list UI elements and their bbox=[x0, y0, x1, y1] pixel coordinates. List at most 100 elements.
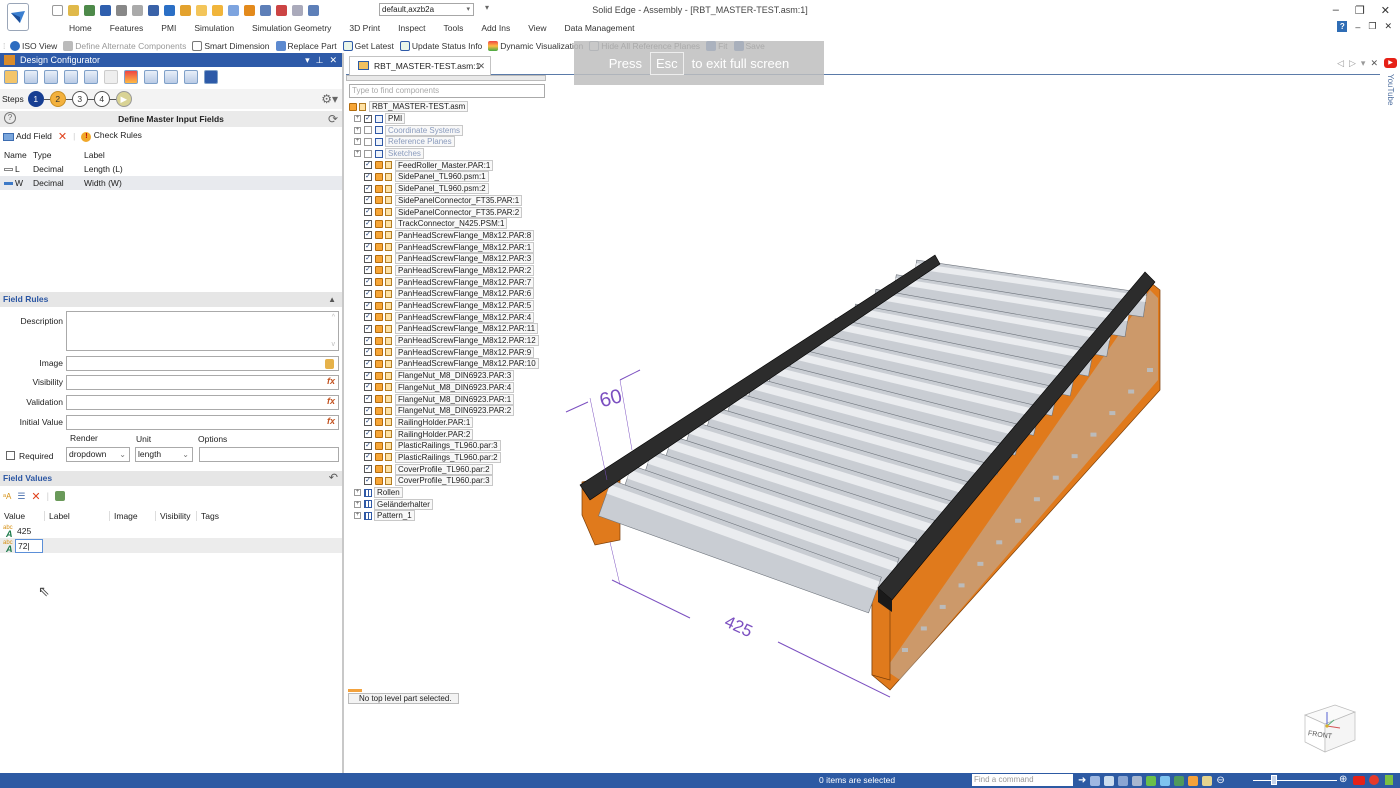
value-edit-input[interactable]: 72| bbox=[15, 538, 43, 553]
description-textarea[interactable]: ^ v bbox=[66, 311, 339, 351]
import-values-icon[interactable] bbox=[54, 491, 65, 501]
step-3[interactable]: 3 bbox=[71, 91, 88, 107]
pan-icon[interactable] bbox=[1132, 775, 1143, 786]
tree-item[interactable]: + ✓ PMI bbox=[349, 113, 539, 125]
get-latest-button[interactable]: Get Latest bbox=[342, 40, 394, 51]
close-tab-icon[interactable]: ✕ bbox=[477, 57, 485, 75]
visibility-checkbox[interactable]: ✓ bbox=[364, 453, 372, 462]
help-circle-icon[interactable]: ? bbox=[4, 112, 16, 124]
table-row[interactable]: W Decimal Width (W) bbox=[0, 176, 342, 190]
render-select[interactable]: dropdown ⌄ bbox=[66, 447, 130, 462]
tree-item[interactable]: ✓ PanHeadScrewFlange_M8x12.PAR:11 bbox=[349, 323, 539, 335]
visibility-checkbox[interactable]: ✓ bbox=[364, 231, 372, 240]
components-icon[interactable] bbox=[44, 70, 58, 84]
visibility-checkbox[interactable] bbox=[364, 149, 372, 158]
browse-image-icon[interactable] bbox=[325, 359, 334, 369]
close-icon[interactable]: ✕ bbox=[1381, 4, 1390, 17]
tree-item[interactable]: + Geländerhalter bbox=[349, 498, 539, 510]
zoom-icon[interactable] bbox=[1104, 775, 1115, 786]
document-tab[interactable]: RBT_MASTER-TEST.asm:1 ✕ bbox=[349, 56, 491, 75]
zoom-slider-thumb[interactable] bbox=[1271, 775, 1277, 785]
tree-item[interactable]: ✓ FeedRoller_Master.PAR:1 bbox=[349, 159, 539, 171]
replace-part-button[interactable]: Replace Part bbox=[275, 40, 337, 51]
tree-item[interactable]: + Pattern_1 bbox=[349, 510, 539, 522]
tree-item[interactable]: ✓ PanHeadScrewFlange_M8x12.PAR:5 bbox=[349, 300, 539, 312]
tree-item[interactable]: ✓ SidePanelConnector_FT35.PAR:1 bbox=[349, 194, 539, 207]
expand-icon[interactable]: + bbox=[354, 150, 361, 158]
tree-item[interactable]: ✓ TrackConnector_N425.PSM:1 bbox=[349, 218, 539, 230]
record-icon[interactable] bbox=[1369, 775, 1379, 785]
panel-menu-icon[interactable]: ▾ bbox=[305, 53, 310, 67]
link-icon[interactable] bbox=[104, 70, 118, 84]
tab-data-management[interactable]: Data Management bbox=[556, 23, 644, 33]
tab-home[interactable]: Home bbox=[60, 23, 101, 33]
dimension-length-label[interactable]: 425 bbox=[722, 612, 756, 641]
spin-icon[interactable] bbox=[1160, 775, 1171, 786]
tree-item[interactable]: + Reference Planes bbox=[349, 136, 539, 148]
visibility-checkbox[interactable]: ✓ bbox=[364, 266, 372, 275]
refresh-icon[interactable]: ⟳ bbox=[328, 111, 338, 127]
smart-dimension-button[interactable]: Smart Dimension bbox=[192, 40, 270, 51]
dynamic-visualization-button[interactable]: Dynamic Visualization bbox=[488, 40, 583, 51]
step-2[interactable]: 2 bbox=[49, 91, 66, 107]
configurator-home-icon[interactable] bbox=[4, 70, 18, 84]
table-row[interactable]: abc A 72| bbox=[0, 538, 342, 554]
zoom-slider[interactable] bbox=[1253, 780, 1337, 781]
tab-simulation[interactable]: Simulation bbox=[185, 23, 243, 33]
add-field-button[interactable]: Add Field bbox=[3, 131, 52, 141]
help-icon[interactable]: ? bbox=[1337, 21, 1348, 32]
restore-icon[interactable]: ❐ bbox=[1355, 4, 1365, 17]
tree-item[interactable]: ✓ FlangeNut_M8_DIN6923.PAR:1 bbox=[349, 393, 539, 405]
part-tree-icon[interactable] bbox=[24, 70, 38, 84]
table-row[interactable]: L Decimal Length (L) bbox=[0, 162, 342, 176]
tree-item[interactable]: ✓ CoverProfile_TL960.par:3 bbox=[349, 475, 539, 487]
visibility-checkbox[interactable]: ✓ bbox=[364, 172, 372, 181]
find-command-input[interactable]: Find a command bbox=[972, 774, 1073, 786]
zoom-area-icon[interactable] bbox=[1090, 775, 1101, 786]
initial-value-field[interactable]: fx bbox=[66, 415, 339, 430]
tab-inspect[interactable]: Inspect bbox=[389, 23, 434, 33]
tree-item[interactable]: ✓ SidePanel_TL960.psm:1 bbox=[349, 171, 539, 183]
tree-root[interactable]: RBT_MASTER-TEST.asm bbox=[349, 101, 539, 113]
visibility-checkbox[interactable]: ✓ bbox=[364, 289, 372, 298]
dimension-pitch-label[interactable]: 60 bbox=[597, 385, 624, 412]
pin-icon[interactable]: ⊥ bbox=[316, 53, 324, 67]
tree-item[interactable]: ✓ RailingHolder.PAR:2 bbox=[349, 428, 539, 440]
tree-item[interactable]: ✓ PanHeadScrewFlange_M8x12.PAR:2 bbox=[349, 264, 539, 277]
tree-item[interactable]: ✓ SidePanel_TL960.psm:2 bbox=[349, 183, 539, 195]
delete-value-icon[interactable]: ✕ bbox=[31, 490, 40, 503]
edit-list-icon[interactable]: ☰ bbox=[17, 491, 25, 502]
visibility-checkbox[interactable]: ✓ bbox=[364, 278, 372, 287]
visibility-checkbox[interactable]: ✓ bbox=[364, 184, 372, 193]
visibility-checkbox[interactable] bbox=[364, 137, 372, 146]
collapse-icon[interactable]: ▲ bbox=[328, 292, 336, 307]
add-value-icon[interactable]: ᵃA bbox=[3, 492, 11, 501]
visibility-checkbox[interactable]: ✓ bbox=[364, 418, 372, 427]
tree-item[interactable]: ✓ SidePanelConnector_FT35.PAR:2 bbox=[349, 206, 539, 218]
scroll-down-icon[interactable]: v bbox=[332, 341, 336, 348]
tree-item[interactable]: ✓ PanHeadScrewFlange_M8x12.PAR:6 bbox=[349, 288, 539, 300]
tab-tools[interactable]: Tools bbox=[435, 23, 473, 33]
expand-icon[interactable]: + bbox=[354, 126, 361, 134]
tree-item[interactable]: ✓ PanHeadScrewFlange_M8x12.PAR:8 bbox=[349, 229, 539, 242]
validation-field[interactable]: fx bbox=[66, 395, 339, 410]
visibility-checkbox[interactable]: ✓ bbox=[364, 348, 372, 357]
formula-icon[interactable]: fx bbox=[327, 376, 335, 386]
sketch-view-icon[interactable] bbox=[1202, 775, 1213, 786]
formula-icon[interactable]: fx bbox=[327, 416, 335, 426]
tree-item[interactable]: ✓ RailingHolder.PAR:1 bbox=[349, 416, 539, 429]
expand-icon[interactable]: + bbox=[354, 115, 361, 123]
step-1[interactable]: 1 bbox=[27, 91, 44, 107]
youtube-side-panel[interactable]: ▶ YouTube bbox=[1382, 56, 1400, 166]
tab-view[interactable]: View bbox=[519, 23, 555, 33]
unit-select[interactable]: length ⌄ bbox=[135, 447, 193, 462]
expand-icon[interactable]: + bbox=[354, 489, 361, 497]
image-icon[interactable] bbox=[64, 70, 78, 84]
tab-prev-icon[interactable]: ◁ bbox=[1337, 58, 1344, 69]
tab-features[interactable]: Features bbox=[101, 23, 153, 33]
visibility-checkbox[interactable] bbox=[364, 126, 372, 135]
iso-view-button[interactable]: ISO View bbox=[10, 40, 57, 51]
doc-close-icon[interactable]: ✕ bbox=[1384, 21, 1392, 32]
color-icon[interactable] bbox=[124, 70, 138, 84]
tree-item[interactable]: ✓ PanHeadScrewFlange_M8x12.PAR:9 bbox=[349, 346, 539, 358]
